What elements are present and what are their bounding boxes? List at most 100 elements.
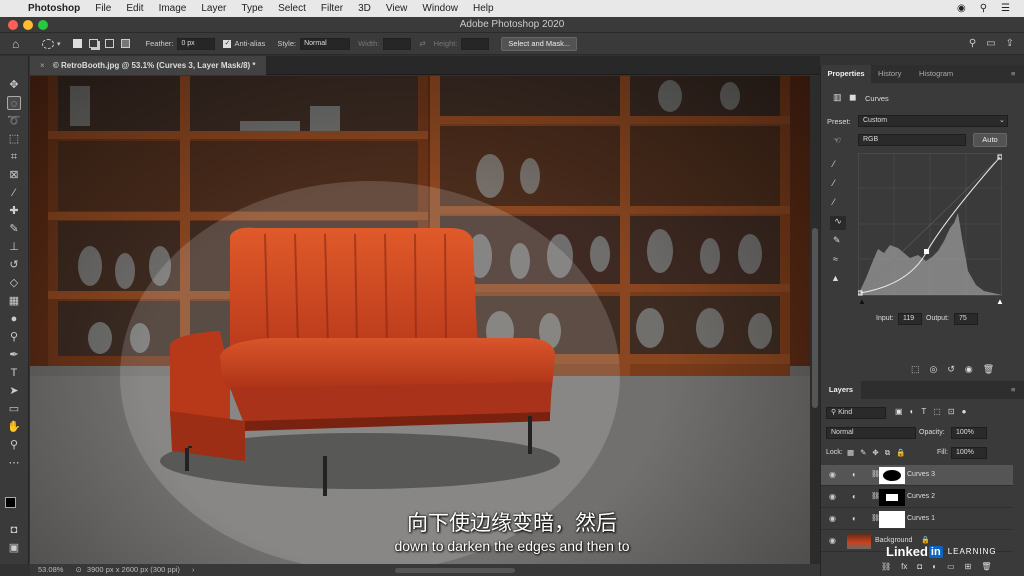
- curve-point[interactable]: [924, 249, 929, 254]
- mask-icon[interactable]: ◼: [849, 92, 856, 103]
- move-tool-icon[interactable]: ✥: [7, 78, 21, 92]
- layer-mask-thumbnail[interactable]: [879, 467, 905, 484]
- lock-all-icon[interactable]: 🔒: [896, 448, 905, 458]
- menu-layer[interactable]: Layer: [201, 3, 226, 14]
- fx-icon[interactable]: fx: [901, 562, 907, 571]
- menu-help[interactable]: Help: [473, 3, 494, 14]
- white-slider-icon[interactable]: ▲: [996, 297, 1004, 306]
- feather-input[interactable]: 0 px: [177, 37, 216, 50]
- gray-point-eyedropper-icon[interactable]: ⁄: [833, 178, 835, 188]
- horizontal-scrollbar-thumb[interactable]: [395, 568, 515, 573]
- zoom-level[interactable]: 53.08%: [38, 565, 63, 574]
- zoom-window-button[interactable]: [38, 20, 48, 30]
- eyedropper-tool-icon[interactable]: ⁄: [7, 186, 21, 200]
- minimize-window-button[interactable]: [23, 20, 33, 30]
- close-window-button[interactable]: [8, 20, 18, 30]
- auto-button[interactable]: Auto: [973, 133, 1007, 147]
- frame-tool-icon[interactable]: ⊠: [7, 168, 21, 182]
- filter-smart-icon[interactable]: ⊡: [948, 407, 955, 416]
- menu-window[interactable]: Window: [422, 3, 458, 14]
- tab-histogram[interactable]: Histogram: [919, 65, 953, 83]
- menu-select[interactable]: Select: [278, 3, 306, 14]
- clipping-warning-icon[interactable]: ▲: [831, 273, 840, 283]
- chevron-right-icon[interactable]: ›: [192, 565, 195, 574]
- document-canvas[interactable]: [30, 76, 810, 564]
- delete-layer-icon[interactable]: 🗑: [981, 562, 991, 571]
- filter-type-icon[interactable]: T: [921, 407, 926, 416]
- channel-select[interactable]: RGB: [858, 134, 966, 146]
- preset-select[interactable]: Custom: [858, 115, 1008, 127]
- canvas-vertical-scrollbar[interactable]: [810, 76, 820, 564]
- dodge-tool-icon[interactable]: ⚲: [7, 330, 21, 344]
- document-tab[interactable]: × © RetroBooth.jpg @ 53.1% (Curves 3, La…: [30, 56, 266, 75]
- healing-brush-tool-icon[interactable]: ✚: [7, 204, 21, 218]
- visibility-icon[interactable]: ◉: [965, 364, 973, 375]
- lock-pixels-icon[interactable]: ✎: [860, 448, 866, 458]
- more-tools-icon[interactable]: ⋯: [7, 456, 21, 470]
- menu-view[interactable]: View: [386, 3, 408, 14]
- width-input[interactable]: [383, 37, 412, 50]
- panel-menu-icon[interactable]: ≡: [1011, 65, 1015, 83]
- creative-cloud-icon[interactable]: ◉: [957, 3, 966, 14]
- layer-mask-thumbnail[interactable]: [879, 489, 905, 506]
- rectangle-tool-icon[interactable]: ▭: [7, 402, 21, 416]
- layer-row-curves-3[interactable]: ◉ ◐ ⛓ Curves 3: [821, 465, 1013, 486]
- doc-info-icon[interactable]: ⊙: [76, 565, 82, 574]
- clone-stamp-tool-icon[interactable]: ⊥: [7, 240, 21, 254]
- close-tab-icon[interactable]: ×: [40, 61, 45, 70]
- eye-icon[interactable]: ◉: [829, 470, 836, 479]
- fill-input[interactable]: 100%: [951, 447, 987, 459]
- lock-transparent-icon[interactable]: ▦: [847, 448, 854, 458]
- intersect-selection-icon[interactable]: [120, 39, 130, 48]
- home-icon[interactable]: ⌂: [12, 37, 28, 51]
- crop-tool-icon[interactable]: ⌗: [7, 150, 21, 164]
- white-point-eyedropper-icon[interactable]: ⁄: [833, 197, 835, 207]
- brush-tool-icon[interactable]: ✎: [7, 222, 21, 236]
- eye-icon[interactable]: ◉: [829, 492, 836, 501]
- search-icon[interactable]: ⚲: [969, 38, 976, 49]
- tab-properties[interactable]: Properties: [821, 65, 871, 83]
- subtract-selection-icon[interactable]: [104, 39, 114, 48]
- lock-position-icon[interactable]: ✥: [872, 448, 878, 458]
- filter-pixel-icon[interactable]: ▣: [895, 407, 903, 416]
- spotlight-search-icon[interactable]: ⚲: [980, 3, 987, 14]
- new-selection-icon[interactable]: [72, 39, 82, 48]
- lock-artboard-icon[interactable]: ⧉: [885, 448, 890, 458]
- tab-layers[interactable]: Layers: [821, 381, 861, 399]
- marquee-tool-preset-icon[interactable]: [42, 38, 54, 49]
- smooth-icon[interactable]: ≈: [833, 254, 838, 264]
- link-layers-icon[interactable]: ⛓: [881, 562, 891, 571]
- menu-edit[interactable]: Edit: [126, 3, 143, 14]
- filter-shape-icon[interactable]: ⬚: [933, 407, 941, 416]
- style-select[interactable]: Normal: [300, 37, 351, 50]
- reset-icon[interactable]: ↺: [947, 364, 955, 375]
- trash-icon[interactable]: 🗑: [983, 364, 994, 375]
- elliptical-marquee-tool-icon[interactable]: ◌: [7, 96, 21, 110]
- gradient-tool-icon[interactable]: ▦: [7, 294, 21, 308]
- filter-toggle-icon[interactable]: ●: [962, 407, 967, 416]
- layer-filter-select[interactable]: ⚲ Kind: [826, 407, 886, 419]
- hand-tool-icon[interactable]: ✋: [7, 420, 21, 434]
- filter-adjustment-icon[interactable]: ◐: [910, 407, 915, 416]
- select-and-mask-button[interactable]: Select and Mask...: [501, 36, 578, 51]
- black-point-eyedropper-icon[interactable]: ⁄: [833, 159, 835, 169]
- view-previous-icon[interactable]: ◎: [930, 364, 938, 375]
- input-field[interactable]: 119: [898, 313, 922, 325]
- eraser-tool-icon[interactable]: ◇: [7, 276, 21, 290]
- add-mask-icon[interactable]: ◘: [917, 562, 922, 571]
- tab-history[interactable]: History: [878, 65, 901, 83]
- blur-tool-icon[interactable]: ●: [7, 312, 21, 326]
- menu-image[interactable]: Image: [159, 3, 187, 14]
- output-field[interactable]: 75: [954, 313, 978, 325]
- on-image-adjust-icon[interactable]: ☜: [833, 135, 841, 146]
- scrollbar-thumb[interactable]: [812, 228, 818, 408]
- new-group-icon[interactable]: ▭: [947, 562, 955, 571]
- pen-tool-icon[interactable]: ✒: [7, 348, 21, 362]
- height-input[interactable]: [461, 37, 490, 50]
- quick-select-tool-icon[interactable]: ⬚: [7, 132, 21, 146]
- layers-menu-icon[interactable]: ≡: [1011, 381, 1015, 399]
- path-selection-tool-icon[interactable]: ➤: [7, 384, 21, 398]
- type-tool-icon[interactable]: T: [7, 366, 21, 380]
- layer-row-curves-2[interactable]: ◉ ◐ ⛓ Curves 2: [821, 487, 1013, 508]
- lasso-tool-icon[interactable]: ➰: [7, 114, 21, 128]
